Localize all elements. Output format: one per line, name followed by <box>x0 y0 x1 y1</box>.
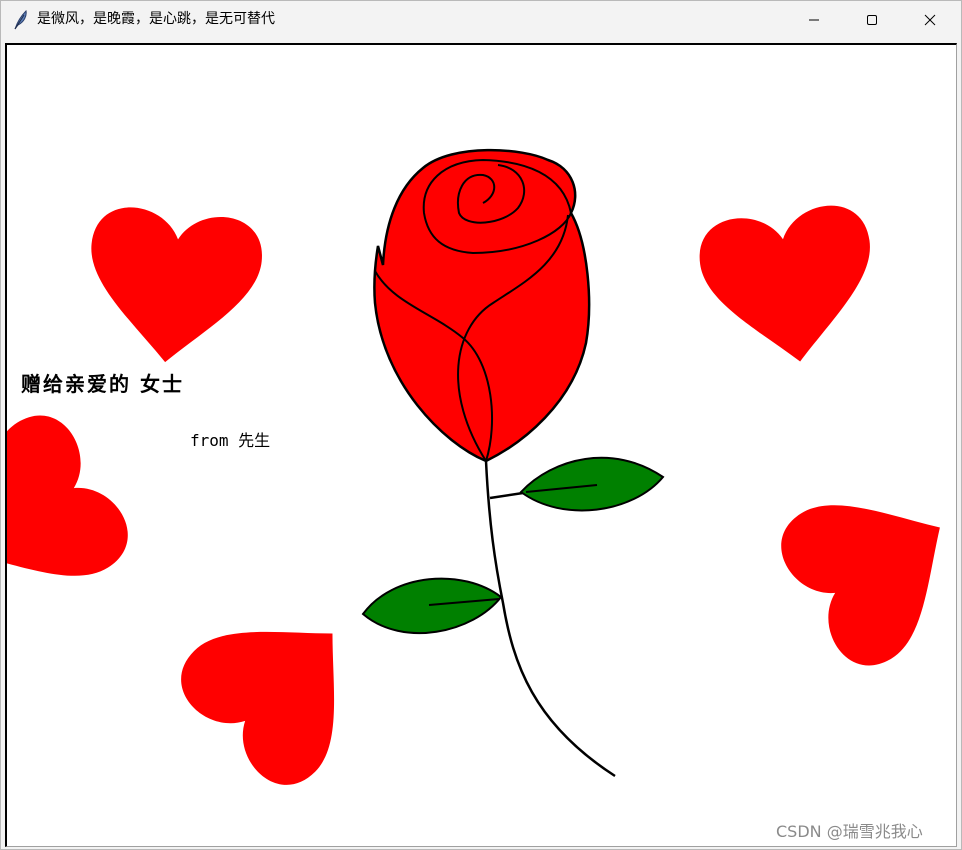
heart-mid-left <box>7 401 143 627</box>
rose-drawing <box>7 148 956 801</box>
minimize-button[interactable] <box>785 1 843 39</box>
leaf-lower <box>361 577 503 634</box>
heart-bottom-left <box>165 573 393 801</box>
app-window: 是微风，是晚霞，是心跳，是无可替代 赠给亲爱的 女士 from 先生 CSDN … <box>0 0 962 850</box>
maximize-button[interactable] <box>843 1 901 39</box>
signature-text: from 先生 <box>190 431 271 450</box>
close-icon <box>924 14 936 26</box>
title-bar[interactable]: 是微风，是晚霞，是心跳，是无可替代 <box>1 1 961 39</box>
watermark: CSDN @瑞雪兆我心 <box>776 822 923 841</box>
close-button[interactable] <box>901 1 959 39</box>
heart-top-right <box>694 200 885 374</box>
minimize-icon <box>808 14 820 26</box>
dedication-text: 赠给亲爱的 女士 <box>21 372 184 396</box>
maximize-icon <box>866 14 878 26</box>
rose-bloom <box>373 148 591 463</box>
feather-icon <box>11 9 29 30</box>
leaf-upper <box>519 456 665 512</box>
window-title: 是微风，是晚霞，是心跳，是无可替代 <box>37 11 275 27</box>
heart-top-left <box>80 203 266 372</box>
drawing-canvas: 赠给亲爱的 女士 from 先生 <box>5 43 957 847</box>
heart-mid-right <box>766 454 956 680</box>
